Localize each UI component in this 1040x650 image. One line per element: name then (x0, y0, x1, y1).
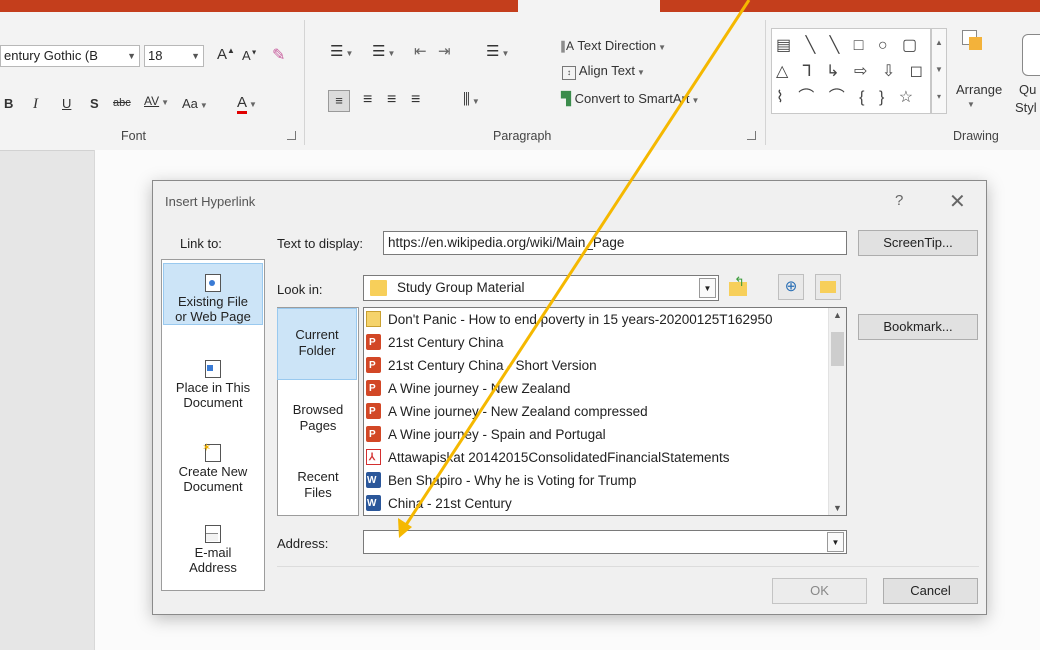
annotation-arrow (398, 0, 751, 538)
